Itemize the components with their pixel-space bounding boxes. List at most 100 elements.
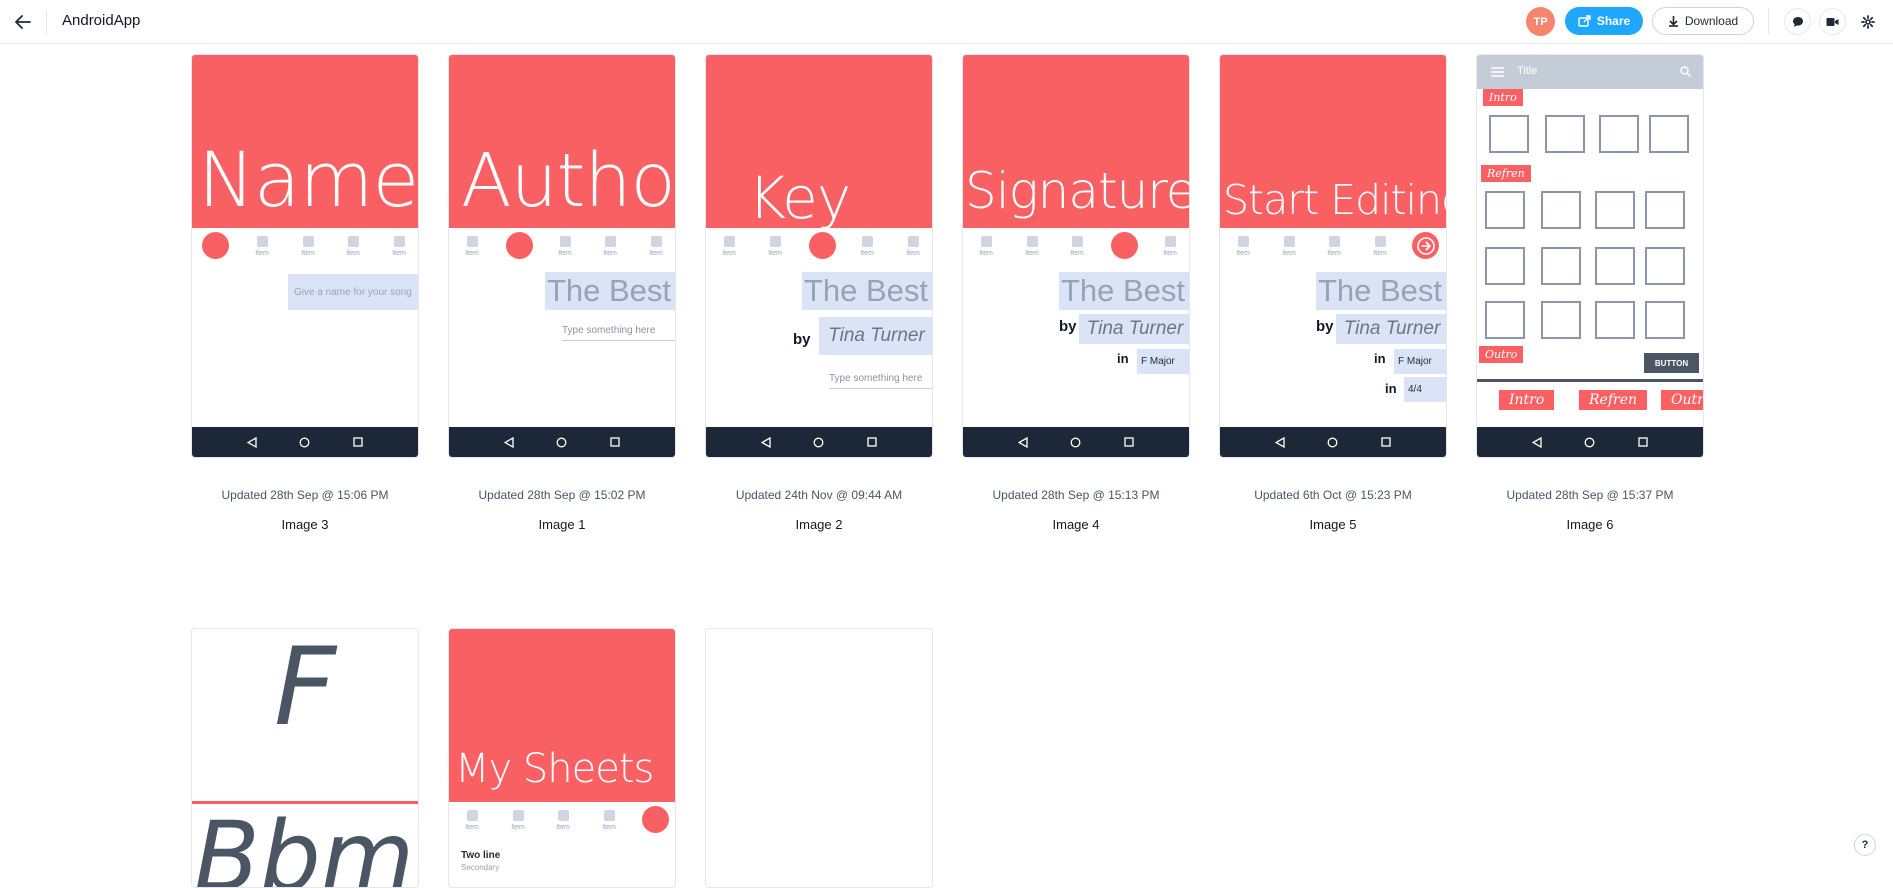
in-label: in [1117,351,1129,366]
song-title-field: The Best [545,272,675,310]
app-bar-title: Title [1517,65,1538,77]
hero-text: Key [748,164,851,228]
settings-button[interactable] [1854,8,1881,35]
hero-text: Signature [965,162,1189,220]
screen-name[interactable]: Image 2 [705,517,933,532]
screen-card-image-4[interactable]: Signature Item Item Item Item The Best b… [962,54,1190,532]
android-navbar [1220,427,1446,457]
key-field: F Major [1394,349,1446,374]
header-divider [1768,8,1769,34]
screen-name[interactable]: Image 5 [1219,517,1447,532]
artist-field: Tina Turner [1336,314,1446,344]
bottom-tab-intro: Intro [1499,390,1555,410]
bottom-tab-refren: Refren [1579,390,1648,410]
nav-back-icon [245,435,259,449]
hero-banner: Signature [963,55,1189,228]
updated-timestamp: Updated 28th Sep @ 15:06 PM [221,488,389,502]
hero-banner: Name [192,55,418,228]
tab-row: Item Item Item Item [1220,228,1446,268]
screen-card-image-3[interactable]: Name Item Item Item Item Give a name for… [191,54,419,532]
screen-name[interactable]: Image 1 [448,517,676,532]
help-button[interactable]: ? [1854,834,1876,856]
download-icon [1668,16,1678,27]
screen-thumbnail: Author Item Item Item Item The Best Type… [448,54,676,458]
user-avatar[interactable]: TP [1526,7,1555,36]
hero-text: F [273,628,337,750]
share-icon [1578,15,1591,27]
tab-row: Item Item Item Item [963,228,1189,268]
author-input: Type something here [562,325,675,341]
screen-thumbnail: Start Editing Item Item Item Item The Be… [1219,54,1447,458]
video-button[interactable] [1819,8,1846,35]
screen-thumbnail: Name Item Item Item Item Give a name for… [191,54,419,458]
screen-thumbnail: Signature Item Item Item Item The Best b… [962,54,1190,458]
back-arrow-icon[interactable] [12,11,34,33]
hero-banner: Start Editing [1220,55,1446,228]
tab-row: Item Item Item Item [449,228,675,268]
nav-recents-icon [608,435,622,449]
nav-back-icon [1273,435,1287,449]
refren-label: Refren [1481,165,1531,182]
active-tab-dot [642,806,669,833]
hero-banner: Author [449,55,675,228]
screen-card-image-1[interactable]: Author Item Item Item Item The Best Type… [448,54,676,532]
android-navbar [192,427,418,457]
updated-timestamp: Updated 28th Sep @ 15:02 PM [478,488,646,502]
android-navbar [963,427,1189,457]
screen-card-row2-2[interactable]: My Sheets Item Item Item Item Two line S… [448,628,676,888]
list-item-primary: Two line [461,850,501,861]
nav-recents-icon [1379,435,1393,449]
comments-button[interactable] [1784,8,1811,35]
nav-home-icon [555,435,569,449]
gear-icon [1860,14,1875,29]
screen-card-image-5[interactable]: Start Editing Item Item Item Item The Be… [1219,54,1447,532]
nav-back-icon [759,435,773,449]
hero-text: My Sheets [455,746,654,792]
screen-name[interactable]: Image 4 [962,517,1190,532]
tab-row: Item Item Item Item [449,802,675,842]
nav-home-icon [1069,435,1083,449]
screen-name[interactable]: Image 3 [191,517,419,532]
nav-home-icon [298,435,312,449]
by-label: by [1059,318,1077,335]
screen-card-row2-1[interactable]: F Bbm [191,628,419,888]
search-icon [1680,66,1691,77]
hero-text: Start Editing [1223,176,1446,224]
nav-home-icon [1326,435,1340,449]
next-arrow-icon [1412,232,1439,259]
intro-label: Intro [1483,89,1523,106]
screen-card-row2-3[interactable] [705,628,933,888]
song-title-field: The Best [1316,272,1446,310]
updated-timestamp: Updated 6th Oct @ 15:23 PM [1254,488,1412,502]
nav-recents-icon [351,435,365,449]
mock-button: BUTTON [1644,353,1699,373]
header-divider [46,10,47,34]
in-label: in [1374,351,1386,366]
screen-thumbnail: Title Intro Refren Outro BUTTON Intro Re… [1476,54,1704,458]
signature-field: 4/4 [1404,377,1446,402]
nav-back-icon [1016,435,1030,449]
nav-recents-icon [1122,435,1136,449]
key-input: Type something here [829,373,932,389]
screen-name[interactable]: Image 6 [1476,517,1704,532]
android-navbar [449,427,675,457]
tab-row: Item Item Item Item [192,228,418,268]
share-button[interactable]: Share [1565,7,1643,35]
song-title-field: The Best [1059,272,1189,310]
screen-card-image-2[interactable]: Key Item Item Item Item The Best by Tina… [705,54,933,532]
updated-timestamp: Updated 24th Nov @ 09:44 AM [735,488,903,502]
bottom-tab-outro: Outro [1661,390,1703,410]
video-camera-icon [1826,17,1839,26]
app-bar: Title [1477,55,1703,89]
divider-line [1477,379,1703,382]
active-tab-dot [202,232,229,259]
download-button[interactable]: Download [1652,7,1754,35]
menu-icon [1491,67,1504,77]
updated-timestamp: Updated 28th Sep @ 15:37 PM [1506,488,1674,502]
tab-row: Item Item Item Item [706,228,932,268]
active-tab-dot [1111,232,1138,259]
screen-card-image-6[interactable]: Title Intro Refren Outro BUTTON Intro Re… [1476,54,1704,532]
in-label: in [1385,381,1397,396]
hero-text: Bbm [194,801,415,888]
artist-field: Tina Turner [819,317,932,355]
